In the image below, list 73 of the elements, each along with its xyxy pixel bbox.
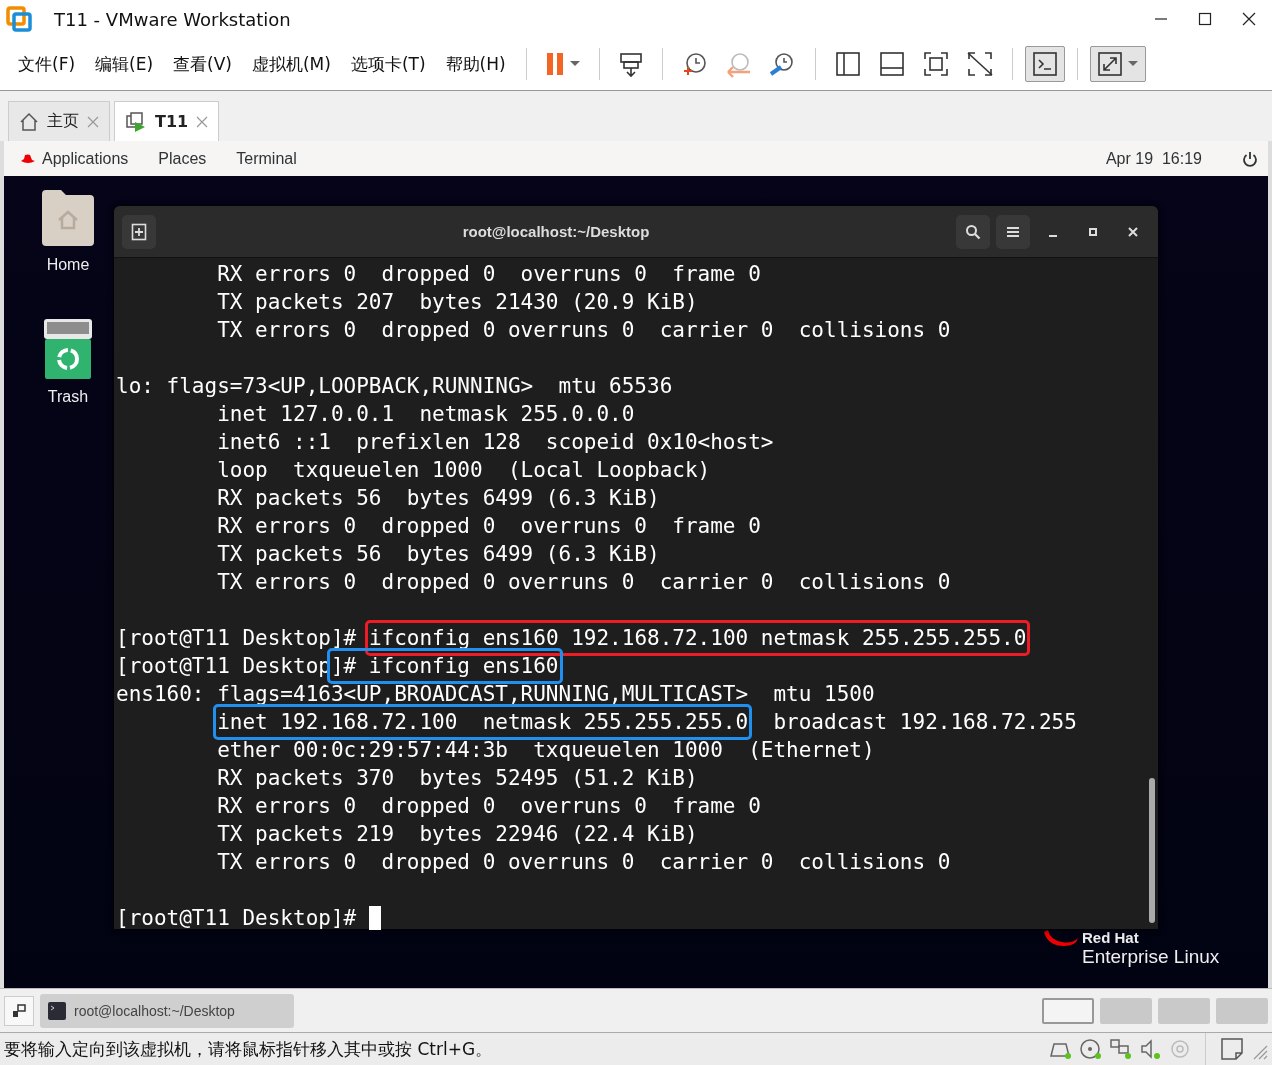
terminal-text: [root@T11 Desktop xyxy=(116,653,331,680)
top-bar-menu[interactable]: Places xyxy=(152,149,213,168)
power-icon[interactable] xyxy=(1242,150,1258,167)
menu-button[interactable] xyxy=(996,214,1030,249)
new-tab-button[interactable] xyxy=(122,214,156,249)
speaker-icon[interactable] xyxy=(1139,1038,1163,1060)
hat-logo-icon xyxy=(1044,930,1078,946)
close-icon[interactable] xyxy=(1242,12,1256,26)
terminal-text: ether 00:0c:29:57:44:3b txqueuelen 1000 (Ethernet) xyxy=(216,737,875,764)
terminal-text: TX packets 219 bytes 22946 (22.4 KiB) xyxy=(216,821,698,848)
virtual-machine-icon xyxy=(125,110,147,133)
terminal-text: TX packets 207 bytes 21430 (20.9 KiB) xyxy=(216,289,698,316)
desktop-icon-label[interactable]: Home xyxy=(46,256,90,274)
terminal-text: ens160: flags=4163<UP,BROADCAST,RUNNING,MULTICAST> mtu 1500 xyxy=(116,681,875,708)
top-bar-menu[interactable]: Applications xyxy=(14,149,135,168)
terminal-text: lo: flags=73<UP,LOOPBACK,RUNNING> mtu 65536 xyxy=(116,373,673,400)
app-logo-icon xyxy=(6,6,32,32)
terminal-text: inet6 ::1 prefixlen 128 scopeid 0x10<host> xyxy=(216,429,774,456)
terminal-text: broadcast 192.168.72.255 xyxy=(772,709,1077,736)
windows-icon[interactable] xyxy=(12,1003,26,1018)
terminal-text: loop txqueuelen 1000 (Local Loopback) xyxy=(216,457,711,484)
terminal-text: TX errors 0 dropped 0 overruns 0 carrier 0 collisions 0 xyxy=(216,849,951,876)
terminal-title: root@localhost:~/Desktop xyxy=(461,223,651,240)
terminal-text: TX errors 0 dropped 0 overruns 0 carrier 0 collisions 0 xyxy=(216,569,951,596)
top-bar-menu[interactable]: Terminal xyxy=(230,149,303,168)
workspace-switcher[interactable] xyxy=(1042,997,1094,1024)
workspace-switcher[interactable] xyxy=(1216,997,1268,1024)
scrollbar-thumb[interactable] xyxy=(1149,778,1155,923)
terminal-text: TX errors 0 dropped 0 overruns 0 carrier 0 collisions 0 xyxy=(216,317,951,344)
menu-item[interactable]: 编辑(E) xyxy=(87,48,162,80)
brand-name: Enterprise Linux xyxy=(1082,945,1220,969)
new-tab-icon[interactable] xyxy=(131,222,147,241)
terminal-text: RX packets 370 bytes 52495 (51.2 KiB) xyxy=(216,765,698,792)
brand-name: Red Hat xyxy=(1082,930,1140,945)
hat-icon xyxy=(20,152,36,165)
maximize-icon[interactable] xyxy=(1087,225,1099,238)
network-icon[interactable] xyxy=(1109,1038,1133,1060)
console-icon[interactable] xyxy=(1030,50,1059,78)
terminal-icon xyxy=(48,1001,66,1020)
cd-drive-icon[interactable] xyxy=(1079,1038,1103,1060)
terminal-text: RX errors 0 dropped 0 overruns 0 frame 0 xyxy=(216,261,761,288)
show-desktop-button[interactable] xyxy=(4,995,34,1026)
note-icon[interactable] xyxy=(1220,1037,1244,1061)
taskbar-window-button[interactable]: root@localhost:~/Desktop xyxy=(40,993,294,1028)
tab[interactable]: 主页 xyxy=(8,101,110,141)
terminal-text: inet 127.0.0.1 netmask 255.0.0.0 xyxy=(216,401,635,428)
terminal-text: RX packets 56 bytes 6499 (6.3 KiB) xyxy=(216,485,660,512)
clock[interactable]: Apr 19 16:19 xyxy=(1105,149,1202,168)
maximize-icon[interactable] xyxy=(1198,12,1212,26)
menu-item[interactable]: 查看(V) xyxy=(165,48,240,80)
terminal-text: RX errors 0 dropped 0 overruns 0 frame 0 xyxy=(216,793,761,820)
trash-icon[interactable] xyxy=(43,318,93,380)
terminal-text: [root@T11 Desktop]# xyxy=(116,905,358,932)
folder-icon[interactable] xyxy=(41,188,95,248)
workspace-switcher[interactable] xyxy=(1158,997,1210,1024)
menu-item[interactable]: 文件(F) xyxy=(10,48,84,80)
search-icon[interactable] xyxy=(965,223,981,240)
desktop-icon-label[interactable]: Trash xyxy=(47,388,89,406)
terminal-text: TX packets 56 bytes 6499 (6.3 KiB) xyxy=(216,541,660,568)
menu-item[interactable]: 帮助(H) xyxy=(437,48,514,80)
menu-icon[interactable] xyxy=(1006,224,1020,239)
terminal-text: RX errors 0 dropped 0 overruns 0 frame 0 xyxy=(216,513,761,540)
window-title: T11 - VMware Workstation xyxy=(54,8,292,30)
status-message: 要将输入定向到该虚拟机，请将鼠标指针移入其中或按 Ctrl+G。 xyxy=(4,1037,494,1061)
stretch-icon[interactable] xyxy=(1095,50,1124,78)
menu-item[interactable]: 虚拟机(M) xyxy=(243,48,339,80)
search-button[interactable] xyxy=(956,214,990,249)
home-icon xyxy=(19,111,39,132)
terminal-text: [root@T11 Desktop]# xyxy=(116,625,358,652)
menu-item[interactable]: 选项卡(T) xyxy=(342,48,434,80)
tab[interactable]: T11 xyxy=(114,101,220,141)
workspace-switcher[interactable] xyxy=(1100,997,1152,1024)
text-cursor xyxy=(368,906,381,930)
